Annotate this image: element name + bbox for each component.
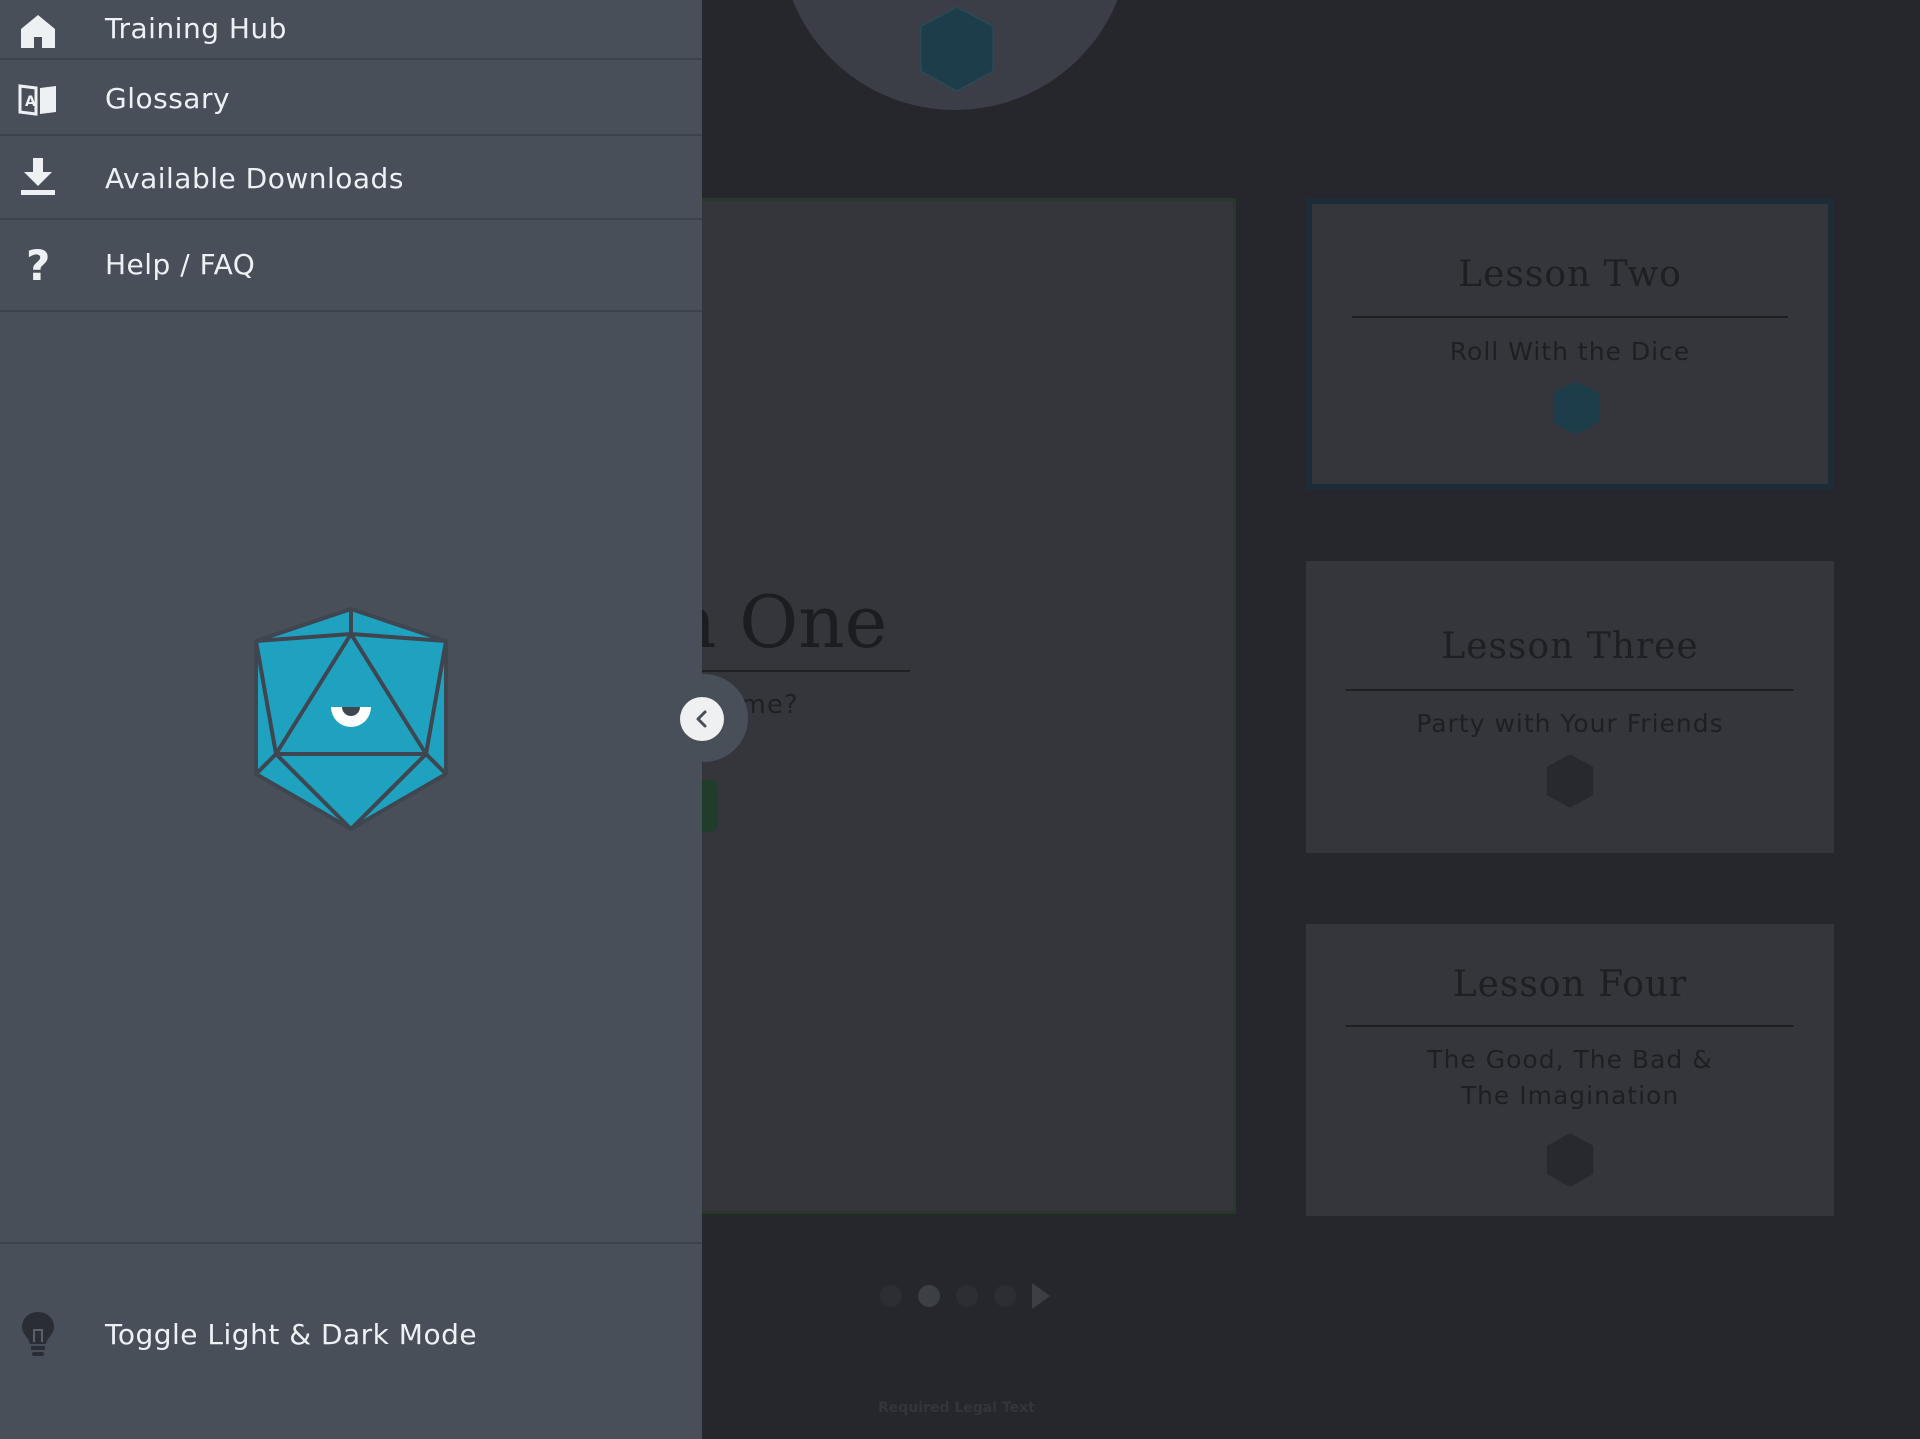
- carousel-pager: [880, 1283, 1050, 1309]
- chevron-left-icon: [696, 710, 707, 728]
- pager-dot-active[interactable]: [918, 1285, 940, 1307]
- lesson-divider: [1352, 316, 1788, 318]
- lesson-title: Lesson Four: [1452, 964, 1688, 1005]
- svg-text:?: ?: [26, 244, 50, 284]
- header-logo-badge: [780, 0, 1130, 110]
- lesson-title: Lesson Three: [1441, 626, 1699, 667]
- lesson-card-two[interactable]: Lesson Two Roll With the Dice: [1306, 198, 1834, 490]
- next-arrow-icon[interactable]: [1032, 1283, 1050, 1309]
- menu-label: Help / FAQ: [105, 248, 256, 281]
- home-icon: [21, 15, 55, 48]
- legal-text: Required Legal Text: [878, 1400, 1035, 1416]
- pager-dot[interactable]: [956, 1285, 978, 1307]
- lesson-subtitle: Roll With the Dice: [1449, 337, 1691, 366]
- menu-item-glossary[interactable]: A Glossary: [0, 60, 702, 136]
- d20-logo-icon: [254, 607, 448, 831]
- lesson-card-four[interactable]: Lesson Four The Good, The Bad & The Imag…: [1306, 924, 1834, 1216]
- featured-lesson-title: n One: [670, 580, 888, 664]
- lesson-divider: [1346, 689, 1794, 691]
- menu-label: Training Hub: [105, 12, 287, 45]
- menu-label: Glossary: [105, 82, 231, 115]
- question-icon: ?: [26, 244, 50, 284]
- download-icon: [21, 158, 55, 195]
- lightbulb-icon: [22, 1312, 54, 1356]
- lesson-subtitle: Party with Your Friends: [1416, 709, 1724, 738]
- d20-logo-icon: [1552, 381, 1600, 435]
- menu-label: Available Downloads: [105, 162, 404, 195]
- menu-item-available-downloads[interactable]: Available Downloads: [0, 136, 702, 220]
- lesson-divider: [1346, 1025, 1794, 1027]
- pager-dot[interactable]: [880, 1285, 902, 1307]
- pager-dot[interactable]: [994, 1285, 1016, 1307]
- lesson-card-three[interactable]: Lesson Three Party with Your Friends: [1306, 561, 1834, 853]
- menu-item-training-hub[interactable]: Training Hub: [0, 0, 702, 60]
- menu-item-toggle-theme[interactable]: Toggle Light & Dark Mode: [0, 1244, 702, 1439]
- collapse-drawer-button[interactable]: [680, 697, 724, 741]
- menu-label: Toggle Light & Dark Mode: [105, 1318, 478, 1351]
- d20-logo-icon: [920, 6, 994, 92]
- d20-logo-icon: [1546, 754, 1594, 808]
- navigation-drawer: Training Hub A Glossary Available Downlo…: [0, 0, 702, 1439]
- lesson-subtitle: The Good, The Bad & The Imagination: [1427, 1045, 1713, 1110]
- d20-logo-icon: [1546, 1133, 1594, 1187]
- menu-item-help-faq[interactable]: ? Help / FAQ: [0, 220, 702, 312]
- svg-text:A: A: [25, 94, 36, 110]
- book-icon: A: [18, 84, 56, 116]
- lesson-title: Lesson Two: [1458, 254, 1682, 295]
